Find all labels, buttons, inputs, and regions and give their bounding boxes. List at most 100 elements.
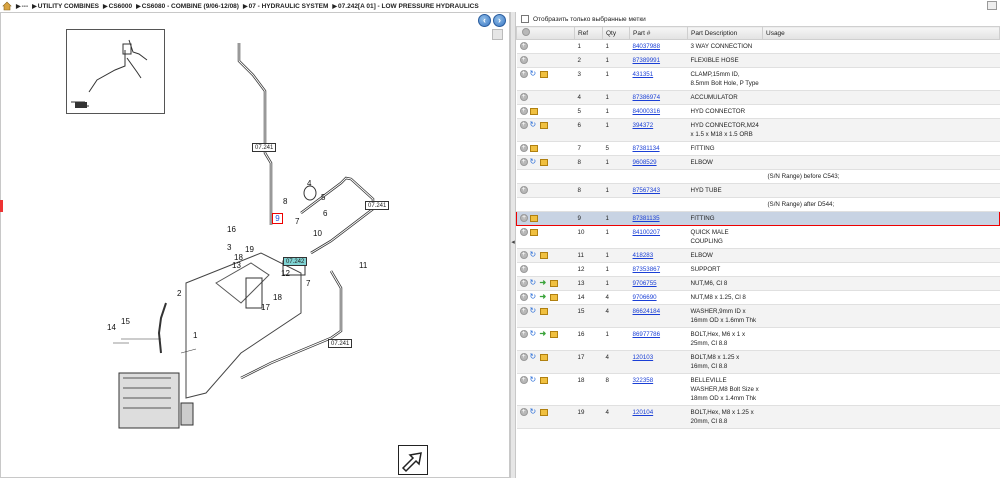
item-number[interactable]: 17 bbox=[261, 303, 270, 312]
part-number-link[interactable]: 87381134 bbox=[633, 145, 660, 152]
add-to-cart-icon[interactable]: + bbox=[519, 265, 528, 273]
replacement-arrow-icon[interactable]: ➜ bbox=[540, 330, 548, 338]
table-row[interactable]: +4 1 87386974 ACCUMULATOR bbox=[516, 90, 1000, 105]
substitute-icon[interactable]: ↻ bbox=[530, 251, 538, 259]
table-row[interactable]: + ↻ 3 1 431351 CLAMP,15mm ID, 8.5mm Bolt Hole… bbox=[516, 67, 1000, 91]
add-to-cart-icon[interactable]: + bbox=[519, 353, 528, 361]
table-row[interactable]: + ↻ 6 1 394372 HYD CONNECTOR,M24 x 1.5 x M18 … bbox=[516, 118, 1000, 142]
replacement-arrow-icon[interactable]: ➜ bbox=[540, 279, 548, 287]
header-description[interactable]: Part Description bbox=[687, 26, 763, 40]
table-row[interactable]: + ↻ 8 1 9608529 ELBOW bbox=[516, 155, 1000, 170]
show-selected-checkbox[interactable] bbox=[521, 15, 529, 23]
package-icon[interactable] bbox=[539, 353, 548, 361]
package-icon[interactable] bbox=[539, 121, 548, 129]
item-number[interactable]: 11 bbox=[359, 261, 367, 270]
package-icon[interactable] bbox=[539, 251, 548, 259]
item-number-selected[interactable]: 9 bbox=[272, 213, 283, 224]
table-row[interactable]: + ↻ 18 8 322358 BELLEVILLE WASHER,M8 Bolt Siz… bbox=[516, 373, 1000, 406]
table-row[interactable]: + ↻ ➜ 13 1 9706755 NUT,M6, Cl 8 bbox=[516, 276, 1000, 291]
part-number-link[interactable]: 120104 bbox=[633, 409, 654, 416]
substitute-icon[interactable]: ↻ bbox=[530, 279, 538, 287]
package-icon[interactable] bbox=[549, 279, 558, 287]
part-number-link[interactable]: 394372 bbox=[633, 122, 654, 129]
item-number[interactable]: 5 bbox=[321, 193, 325, 202]
part-number-link[interactable]: 322358 bbox=[633, 377, 654, 384]
header-part[interactable]: Part # bbox=[629, 26, 688, 40]
item-number[interactable]: 8 bbox=[283, 197, 287, 206]
part-number-link[interactable]: 87389991 bbox=[633, 57, 661, 64]
reference-callout[interactable]: 07.241 bbox=[252, 143, 277, 152]
substitute-icon[interactable]: ↻ bbox=[530, 70, 538, 78]
add-to-cart-icon[interactable]: + bbox=[519, 408, 528, 416]
item-number[interactable]: 10 bbox=[313, 229, 322, 238]
substitute-icon[interactable]: ↻ bbox=[530, 307, 538, 315]
package-icon[interactable] bbox=[539, 376, 548, 384]
table-row[interactable]: + ↻ 17 4 120103 BOLT,M8 x 1.25 x 16mm, Cl 8.8 bbox=[516, 350, 1000, 374]
reference-callout-current[interactable]: 07.242 bbox=[283, 257, 308, 266]
part-number-link[interactable]: 84037988 bbox=[633, 43, 661, 50]
add-to-cart-icon[interactable]: + bbox=[520, 214, 528, 222]
part-number-link[interactable]: 87386974 bbox=[633, 94, 661, 101]
add-to-cart-icon[interactable]: + bbox=[519, 186, 528, 194]
table-row[interactable]: +1 1 84037988 3 WAY CONNECTION bbox=[516, 39, 1000, 54]
add-to-cart-icon[interactable]: + bbox=[519, 121, 528, 129]
add-to-cart-icon[interactable]: + bbox=[519, 42, 528, 50]
package-icon[interactable] bbox=[529, 228, 538, 236]
table-row-selected[interactable]: +9 1 87381135 FITTING bbox=[516, 211, 1000, 226]
item-number[interactable]: 18 bbox=[234, 253, 243, 262]
item-number[interactable]: 6 bbox=[323, 209, 327, 218]
item-number[interactable]: 4 bbox=[307, 179, 311, 188]
package-icon[interactable] bbox=[539, 70, 548, 78]
add-to-cart-icon[interactable]: + bbox=[519, 293, 528, 301]
part-number-link[interactable]: 87567343 bbox=[633, 187, 661, 194]
substitute-icon[interactable]: ↻ bbox=[530, 330, 538, 338]
add-to-cart-icon[interactable]: + bbox=[519, 307, 528, 315]
table-row[interactable]: +8 1 87567343 HYD TUBE bbox=[516, 183, 1000, 198]
header-qty[interactable]: Qty bbox=[602, 26, 630, 40]
substitute-icon[interactable]: ↻ bbox=[530, 353, 538, 361]
item-number[interactable]: 19 bbox=[245, 245, 254, 254]
part-number-link[interactable]: 84000316 bbox=[633, 108, 661, 115]
part-number-link[interactable]: 120103 bbox=[633, 354, 654, 361]
next-page-icon[interactable] bbox=[398, 445, 428, 475]
package-icon[interactable] bbox=[539, 158, 548, 166]
header-usage[interactable]: Usage bbox=[762, 26, 1000, 40]
part-number-link[interactable]: 84100207 bbox=[633, 229, 661, 236]
add-to-cart-icon[interactable]: + bbox=[519, 158, 528, 166]
part-number-link[interactable]: 87353867 bbox=[633, 266, 661, 273]
breadcrumb-item[interactable]: ▶CS6080 - COMBINE (9/06-12/08) bbox=[136, 3, 239, 10]
item-number[interactable]: 14 bbox=[107, 323, 116, 332]
breadcrumb-item[interactable]: ▶UTILITY COMBINES bbox=[32, 3, 99, 10]
package-icon[interactable] bbox=[529, 107, 538, 115]
substitute-icon[interactable]: ↻ bbox=[530, 376, 538, 384]
reference-callout[interactable]: 07.241 bbox=[328, 339, 353, 348]
breadcrumb-item[interactable]: ▶07 - HYDRAULIC SYSTEM bbox=[243, 3, 328, 10]
table-row[interactable]: +2 1 87389991 FLEXIBLE HOSE bbox=[516, 53, 1000, 68]
item-number[interactable]: 3 bbox=[227, 243, 231, 252]
substitute-icon[interactable]: ↻ bbox=[530, 408, 538, 416]
substitute-icon[interactable]: ↻ bbox=[530, 121, 538, 129]
item-number[interactable]: 12 bbox=[281, 269, 290, 278]
table-row[interactable]: +10 1 84100207 QUICK MALE COUPLING bbox=[516, 225, 1000, 249]
package-icon[interactable] bbox=[530, 214, 538, 222]
table-row[interactable]: + ↻ 11 1 418283 ELBOW bbox=[516, 248, 1000, 263]
reference-callout[interactable]: 07.241 bbox=[365, 201, 390, 210]
add-to-cart-icon[interactable]: + bbox=[519, 56, 528, 64]
breadcrumb-item[interactable]: ▶--- bbox=[16, 3, 28, 10]
table-row[interactable]: +7 5 87381134 FITTING bbox=[516, 141, 1000, 156]
item-number[interactable]: 18 bbox=[273, 293, 282, 302]
add-to-cart-icon[interactable]: + bbox=[519, 251, 528, 259]
breadcrumb-item[interactable]: ▶CS6000 bbox=[103, 3, 132, 10]
add-to-cart-icon[interactable]: + bbox=[519, 376, 528, 384]
part-number-link[interactable]: 9706755 bbox=[633, 280, 657, 287]
add-to-cart-icon[interactable]: + bbox=[519, 70, 528, 78]
add-to-cart-icon[interactable]: + bbox=[519, 93, 528, 101]
part-number-link[interactable]: 418283 bbox=[633, 252, 654, 259]
item-number[interactable]: 15 bbox=[121, 317, 130, 326]
add-to-cart-icon[interactable]: + bbox=[519, 107, 528, 115]
package-icon[interactable] bbox=[549, 293, 558, 301]
expand-all-icon[interactable] bbox=[522, 28, 530, 36]
replacement-arrow-icon[interactable]: ➜ bbox=[540, 293, 548, 301]
package-icon[interactable] bbox=[539, 307, 548, 315]
part-number-link[interactable]: 9608529 bbox=[633, 159, 657, 166]
